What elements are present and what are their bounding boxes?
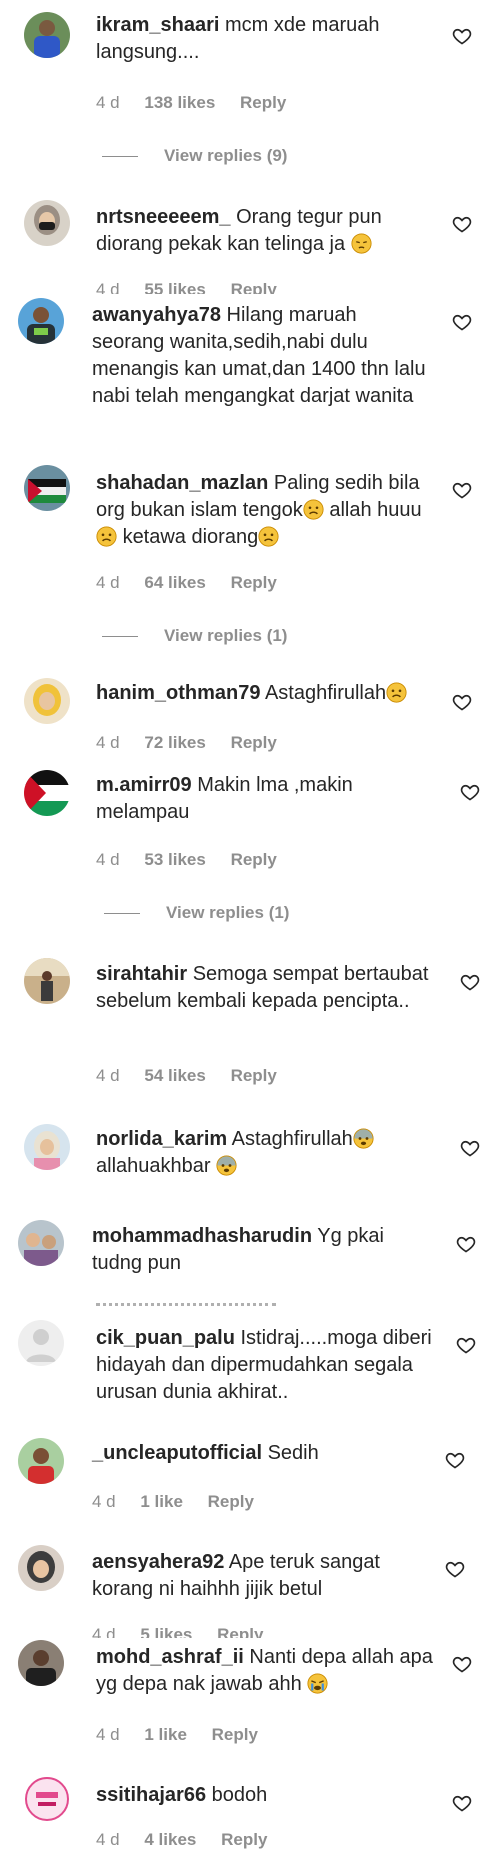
avatar[interactable]	[24, 678, 70, 724]
comment-text: Sedih	[267, 1442, 319, 1464]
comment-time: 4 d	[96, 850, 120, 869]
comment-time: 4 d	[96, 1725, 120, 1744]
avatar[interactable]	[18, 1220, 64, 1266]
pensive-face-emoji	[351, 233, 372, 254]
comment-text: ketawa diorang	[122, 526, 259, 548]
fearful-face-emoji	[353, 1128, 374, 1149]
likes-count[interactable]: 138 likes	[144, 93, 215, 113]
comment-time: 4 d	[96, 93, 120, 112]
avatar[interactable]	[18, 1438, 64, 1484]
reply-button[interactable]: Reply	[221, 1830, 267, 1850]
likes-count[interactable]: 53 likes	[144, 850, 205, 870]
username[interactable]: m.amirr09	[96, 774, 192, 796]
view-replies-button[interactable]: View replies (9)	[102, 146, 287, 166]
heart-icon[interactable]	[452, 480, 472, 500]
likes-count[interactable]: 54 likes	[144, 1066, 205, 1086]
heart-icon[interactable]	[452, 1654, 472, 1674]
avatar[interactable]	[24, 1776, 70, 1822]
avatar[interactable]	[24, 12, 70, 58]
heart-icon[interactable]	[452, 692, 472, 712]
comment-text: bodoh	[211, 1784, 268, 1806]
heart-icon[interactable]	[445, 1450, 465, 1470]
likes-count[interactable]: 1 like	[140, 1492, 183, 1512]
comment-time: 4 d	[92, 1625, 116, 1638]
sad-face-emoji	[386, 682, 407, 703]
likes-count[interactable]: 5 likes	[140, 1625, 192, 1638]
heart-icon[interactable]	[445, 1559, 465, 1579]
reply-button[interactable]: Reply	[217, 1625, 263, 1638]
divider	[104, 913, 140, 915]
comment-time: 4 d	[96, 280, 120, 294]
reply-button[interactable]: Reply	[231, 573, 277, 593]
reply-button[interactable]: Reply	[212, 1725, 258, 1745]
username[interactable]: _uncleaputofficial	[92, 1442, 262, 1464]
comment-time: 4 d	[96, 573, 120, 592]
username[interactable]: aensyahera92	[92, 1551, 224, 1573]
comment-text: allahuakhbar	[96, 1155, 211, 1177]
username[interactable]: hanim_othman79	[96, 682, 260, 704]
fearful-face-emoji	[216, 1155, 237, 1176]
sad-face-emoji	[303, 499, 324, 520]
comment-text: allah huuu	[329, 499, 422, 521]
reply-button[interactable]: Reply	[240, 93, 286, 113]
comment-text: Astaghfirullah	[264, 682, 387, 704]
divider	[102, 156, 138, 158]
reply-button[interactable]: Reply	[231, 1066, 277, 1086]
comment-time: 4 d	[96, 733, 120, 752]
avatar[interactable]	[18, 1320, 64, 1366]
username[interactable]: awanyahya78	[92, 304, 221, 326]
comment-time: 4 d	[92, 1492, 116, 1511]
likes-count[interactable]: 72 likes	[144, 733, 205, 753]
comment-text: Astaghfirullah	[231, 1128, 353, 1150]
username[interactable]: ssitihajar66	[96, 1784, 206, 1806]
divider	[102, 636, 138, 638]
sad-face-emoji	[258, 526, 279, 547]
heart-icon[interactable]	[452, 26, 472, 46]
likes-count[interactable]: 64 likes	[144, 573, 205, 593]
avatar[interactable]	[18, 1545, 64, 1591]
likes-count[interactable]: 4 likes	[144, 1830, 196, 1850]
heart-icon[interactable]	[452, 312, 472, 332]
view-replies-button[interactable]: View replies (1)	[104, 903, 289, 923]
meta-row-clipped	[96, 1303, 276, 1307]
username[interactable]: mohd_ashraf_ii	[96, 1646, 244, 1668]
avatar[interactable]	[24, 200, 70, 246]
likes-count[interactable]: 55 likes	[144, 280, 205, 294]
sad-face-emoji	[96, 526, 117, 547]
reply-button[interactable]: Reply	[231, 850, 277, 870]
heart-icon[interactable]	[456, 1234, 476, 1254]
avatar[interactable]	[18, 1640, 64, 1686]
username[interactable]: norlida_karim	[96, 1128, 227, 1150]
username[interactable]: ikram_shaari	[96, 14, 219, 36]
likes-count[interactable]: 1 like	[144, 1725, 187, 1745]
view-replies-button[interactable]: View replies (1)	[102, 626, 287, 646]
crying-face-emoji	[307, 1673, 328, 1694]
username[interactable]: mohammadhasharudin	[92, 1225, 312, 1247]
heart-icon[interactable]	[452, 214, 472, 234]
heart-icon[interactable]	[456, 1335, 476, 1355]
heart-icon[interactable]	[460, 1138, 480, 1158]
username[interactable]: nrtsneeeeem_	[96, 206, 231, 228]
comment-time: 4 d	[96, 1066, 120, 1085]
reply-button[interactable]: Reply	[231, 280, 277, 294]
username[interactable]: sirahtahir	[96, 963, 187, 985]
reply-button[interactable]: Reply	[208, 1492, 254, 1512]
avatar[interactable]	[24, 958, 70, 1004]
avatar[interactable]	[24, 1124, 70, 1170]
avatar[interactable]	[24, 465, 70, 511]
avatar[interactable]	[24, 770, 70, 816]
heart-icon[interactable]	[460, 782, 480, 802]
comment-time: 4 d	[96, 1830, 120, 1849]
heart-icon[interactable]	[452, 1793, 472, 1813]
heart-icon[interactable]	[460, 972, 480, 992]
username[interactable]: shahadan_mazlan	[96, 472, 268, 494]
username[interactable]: cik_puan_palu	[96, 1327, 235, 1349]
avatar[interactable]	[18, 298, 64, 344]
reply-button[interactable]: Reply	[231, 733, 277, 753]
